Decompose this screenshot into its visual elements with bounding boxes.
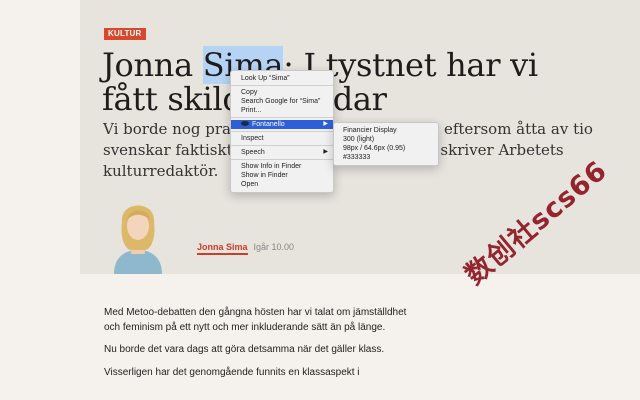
font-size-item[interactable]: 98px / 64.6px (0.95) bbox=[334, 144, 438, 153]
menu-item-inspect[interactable]: Inspect bbox=[231, 134, 333, 143]
body-paragraph: Med Metoo-debatten den gångna hösten har… bbox=[104, 307, 407, 333]
section-badge[interactable]: KULTUR bbox=[104, 28, 146, 40]
menu-item-look-up[interactable]: Look Up “Sima” bbox=[231, 74, 333, 83]
submenu-arrow-icon: ▶ bbox=[323, 121, 328, 127]
font-weight-item[interactable]: 300 (light) bbox=[334, 135, 438, 144]
menu-separator bbox=[231, 117, 333, 118]
menu-item-fontanello[interactable]: Fontanello ▶ bbox=[231, 120, 333, 129]
body-paragraph: Visserligen har det genomgående funnits … bbox=[104, 366, 360, 378]
menu-item-show-info-finder[interactable]: Show Info in Finder bbox=[231, 162, 333, 171]
menu-item-open[interactable]: Open bbox=[231, 180, 333, 189]
menu-separator bbox=[231, 145, 333, 146]
article-body: Med Metoo-debatten den gångna hösten har… bbox=[104, 306, 414, 388]
menu-item-search-google[interactable]: Search Google for “Sima” bbox=[231, 97, 333, 106]
menu-separator bbox=[231, 85, 333, 86]
submenu-arrow-icon: ▶ bbox=[323, 149, 328, 155]
menu-separator bbox=[231, 131, 333, 132]
menu-item-print[interactable]: Print... bbox=[231, 106, 333, 115]
menu-item-speech[interactable]: Speech ▶ bbox=[231, 148, 333, 157]
article-title: Jonna Sima: I tystnet har vi fått skilda… bbox=[102, 46, 582, 116]
fontanello-submenu: Financier Display 300 (light) 98px / 64.… bbox=[333, 122, 439, 166]
menu-item-copy[interactable]: Copy bbox=[231, 88, 333, 97]
menu-item-label: Speech bbox=[241, 149, 265, 156]
context-menu: Look Up “Sima” Copy Search Google for “S… bbox=[230, 70, 334, 193]
title-text-before: Jonna bbox=[102, 46, 203, 84]
publish-time: Igår 10.00 bbox=[253, 242, 295, 252]
author-link[interactable]: Jonna Sima bbox=[197, 242, 248, 255]
menu-item-show-in-finder[interactable]: Show in Finder bbox=[231, 171, 333, 180]
byline: Jonna Sima Igår 10.00 bbox=[197, 242, 295, 255]
author-avatar bbox=[108, 192, 168, 274]
font-family-item[interactable]: Financier Display bbox=[334, 126, 438, 135]
menu-item-label: Fontanello bbox=[252, 121, 285, 128]
fontanello-icon bbox=[241, 120, 249, 126]
body-paragraph: Nu borde det vara dags att göra detsamma… bbox=[104, 344, 385, 355]
font-color-item[interactable]: #333333 bbox=[334, 153, 438, 162]
menu-separator bbox=[231, 159, 333, 160]
